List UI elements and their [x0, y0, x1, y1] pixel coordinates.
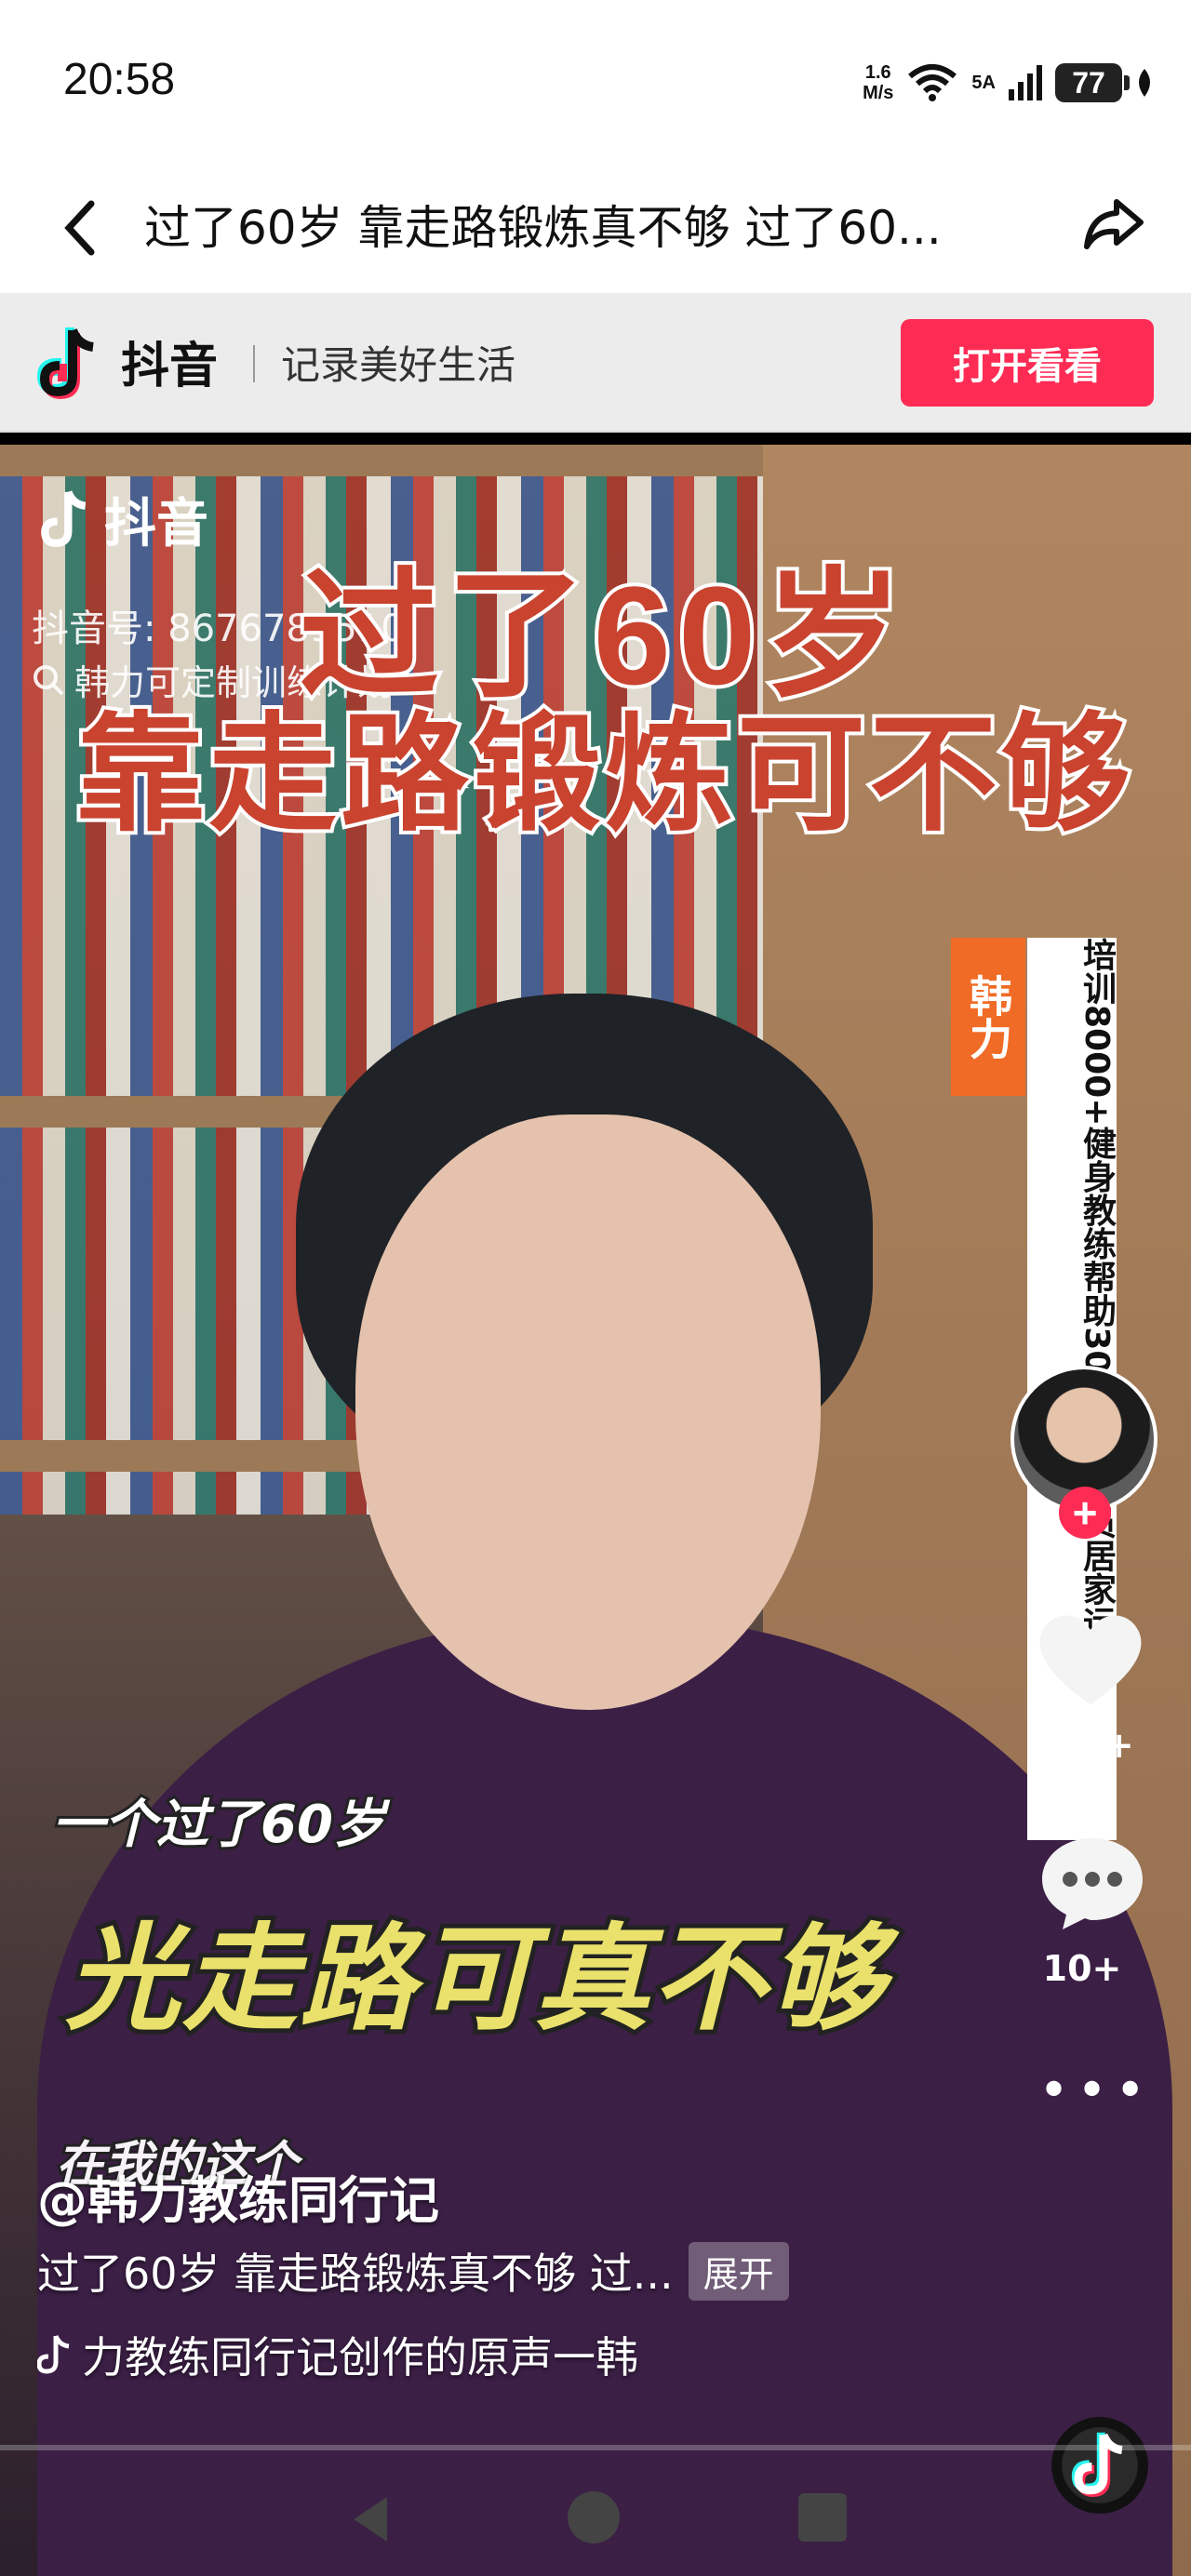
status-icons: 1.6 M/s 5A 77	[863, 60, 1154, 106]
signal-label: 5A	[971, 73, 996, 93]
nav-recent-icon[interactable]	[798, 2493, 847, 2542]
open-app-button[interactable]: 打开看看	[901, 319, 1154, 407]
share-icon[interactable]	[1076, 187, 1150, 261]
comment-count: 10+	[1042, 1948, 1122, 1989]
page-title: 过了60岁 靠走路锻炼真不够 过了60...	[144, 201, 942, 255]
net-speed: 1.6 M/s	[863, 62, 894, 103]
wifi-icon	[908, 64, 957, 101]
caption-small: 一个过了60岁	[49, 1792, 388, 1858]
status-time: 20:58	[63, 55, 176, 104]
music-note-icon	[37, 2334, 70, 2374]
system-nav-bar	[0, 2473, 1191, 2576]
person-face	[355, 1114, 821, 1710]
heart-icon[interactable]	[1035, 1608, 1146, 1710]
side-name-badge: 韩力	[951, 938, 1025, 1096]
video-progress-bar[interactable]	[0, 2445, 1191, 2450]
caption-big: 光走路可真不够	[60, 1908, 889, 2051]
app-slogan: 记录美好生活	[281, 342, 516, 388]
author-name[interactable]: @韩力教练同行记	[37, 2159, 439, 2233]
signal-icon	[1009, 65, 1042, 100]
nav-home-icon[interactable]	[568, 2491, 620, 2543]
battery-indicator: 77	[1055, 63, 1130, 102]
video-player[interactable]: 抖音 抖音号: 8676789510 韩力可定制训练计划 过了60岁 靠走路锻炼…	[0, 445, 1191, 2576]
status-bar: 20:58 1.6 M/s 5A 77	[0, 0, 1191, 163]
douyin-logo-icon	[41, 490, 87, 548]
video-headline: 过了60岁 靠走路锻炼可不够	[73, 557, 1133, 848]
leaf-icon	[1139, 69, 1150, 97]
expand-button[interactable]: 展开	[688, 2241, 789, 2301]
title-bar: 过了60岁 靠走路锻炼真不够 过了60...	[0, 163, 1191, 293]
douyin-logo-icon	[36, 327, 94, 400]
nav-back-icon[interactable]	[344, 2491, 400, 2547]
follow-button[interactable]: +	[1059, 1487, 1111, 1539]
video-description: 过了60岁 靠走路锻炼真不够 过... 展开	[37, 2240, 789, 2302]
back-arrow-icon[interactable]	[54, 191, 110, 265]
comment-icon[interactable]	[1037, 1831, 1148, 1933]
app-name: 抖音	[121, 339, 219, 394]
divider	[253, 345, 255, 382]
music-info[interactable]: 力教练同行记创作的原声一韩	[37, 2324, 638, 2385]
like-count: 100+	[1030, 1725, 1134, 1766]
watermark-logo: 抖音	[37, 482, 214, 556]
more-icon[interactable]: •••	[1038, 2065, 1150, 2129]
app-banner: 抖音 记录美好生活 打开看看	[0, 293, 1191, 433]
shelf-board	[0, 445, 763, 476]
